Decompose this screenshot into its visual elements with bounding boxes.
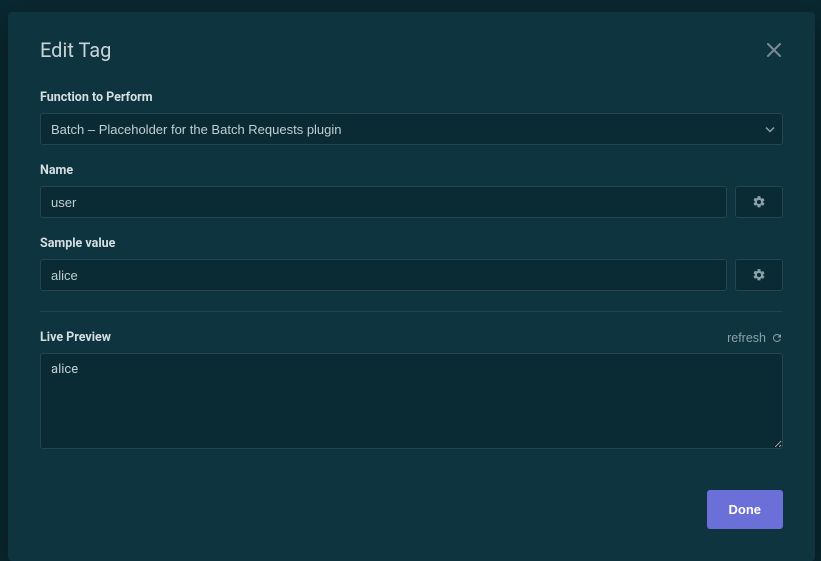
refresh-button[interactable]: refresh (727, 331, 783, 345)
name-settings-button[interactable] (735, 186, 783, 218)
gear-icon (752, 195, 766, 209)
sample-group: Sample value (40, 236, 783, 291)
modal-header: Edit Tag (40, 38, 783, 62)
function-label: Function to Perform (40, 90, 783, 105)
done-button[interactable]: Done (707, 490, 784, 529)
function-select-wrap: Batch – Placeholder for the Batch Reques… (40, 113, 783, 145)
refresh-label: refresh (727, 331, 766, 345)
preview-textarea[interactable] (40, 353, 783, 449)
sample-input[interactable] (40, 259, 727, 291)
name-group: Name (40, 163, 783, 218)
modal-footer: Done (707, 490, 784, 529)
name-input[interactable] (40, 186, 727, 218)
close-icon (767, 43, 781, 57)
sample-label: Sample value (40, 236, 783, 251)
function-group: Function to Perform Batch – Placeholder … (40, 90, 783, 145)
name-label: Name (40, 163, 783, 178)
sample-settings-button[interactable] (735, 259, 783, 291)
preview-label: Live Preview (40, 330, 111, 345)
preview-header: Live Preview refresh (40, 330, 783, 345)
refresh-icon (771, 332, 783, 344)
modal-title: Edit Tag (40, 38, 111, 62)
preview-group: Live Preview refresh (40, 330, 783, 453)
divider (40, 311, 783, 312)
function-select[interactable]: Batch – Placeholder for the Batch Reques… (40, 113, 783, 145)
edit-tag-modal: Edit Tag Function to Perform Batch – Pla… (8, 12, 815, 561)
close-button[interactable] (765, 41, 783, 59)
sample-row (40, 259, 783, 291)
name-row (40, 186, 783, 218)
gear-icon (752, 268, 766, 282)
